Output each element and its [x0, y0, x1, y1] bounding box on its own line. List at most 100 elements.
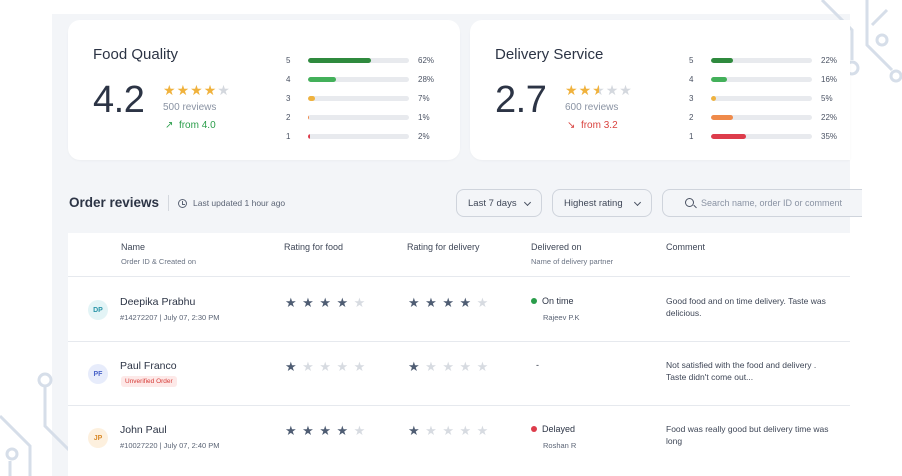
- clock-icon: [178, 198, 187, 208]
- header-sublabel: Name of delivery partner: [531, 257, 614, 266]
- distribution-percent: 28%: [418, 75, 435, 84]
- avatar-initials: DP: [93, 306, 103, 314]
- star-icon: ★: [319, 423, 337, 438]
- customer-name[interactable]: Deepika Prabhu: [120, 296, 195, 308]
- customer-name[interactable]: John Paul: [120, 424, 167, 436]
- star-icon: ★: [442, 359, 460, 374]
- average-score: 2.7: [495, 79, 547, 121]
- distribution-bar-fill: [308, 115, 309, 120]
- review-comment: Good food and on time delivery. Taste wa…: [666, 296, 826, 318]
- distribution-row: 3 5%: [689, 89, 851, 108]
- avatar-initials: JP: [93, 434, 103, 442]
- rating-distribution: 5 22% 4 16% 3 5% 2 22% 1 35%: [689, 51, 851, 146]
- star-icon: ★: [619, 82, 633, 98]
- star-level: 1: [689, 132, 694, 141]
- star-icon: ★: [285, 359, 303, 374]
- table-row[interactable]: DP Deepika Prabhu #14272207 | July 07, 2…: [68, 278, 850, 342]
- column-header-food-rating[interactable]: Rating for food: [284, 242, 343, 252]
- star-icon: ★: [442, 423, 460, 438]
- reviews-table: Name Order ID & Created on Rating for fo…: [68, 233, 850, 476]
- distribution-row: 5 22%: [689, 51, 851, 70]
- distribution-row: 5 62%: [286, 51, 448, 70]
- star-icon: ★: [319, 295, 337, 310]
- column-header-name[interactable]: Name Order ID & Created on: [121, 242, 196, 266]
- table-header: Name Order ID & Created on Rating for fo…: [68, 233, 850, 277]
- average-score: 4.2: [93, 79, 145, 121]
- star-icon: ★: [459, 295, 477, 310]
- distribution-bar: [711, 96, 812, 101]
- review-count: 600 reviews: [565, 102, 619, 113]
- table-row[interactable]: PF Paul Franco Unverified Order ★★★★★ ★★…: [68, 342, 850, 406]
- star-level: 4: [689, 75, 694, 84]
- search-input[interactable]: [701, 195, 851, 211]
- star-icon: ★: [302, 295, 320, 310]
- distribution-bar: [711, 77, 812, 82]
- status-dot: [531, 426, 537, 432]
- distribution-row: 2 22%: [689, 108, 851, 127]
- distribution-percent: 22%: [821, 113, 838, 122]
- distribution-row: 1 2%: [286, 127, 448, 146]
- star-icon: ★: [302, 359, 320, 374]
- star-level: 2: [286, 113, 291, 122]
- distribution-bar-fill: [308, 96, 316, 101]
- avatar: PF: [88, 364, 108, 384]
- distribution-row: 4 16%: [689, 70, 851, 89]
- section-title: Order reviews: [69, 195, 160, 210]
- distribution-percent: 1%: [418, 113, 430, 122]
- star-icon: ★: [459, 359, 477, 374]
- star-icon: ★: [565, 82, 579, 98]
- delivery-partner: Rajeev P.K: [543, 313, 580, 322]
- avatar: DP: [88, 300, 108, 320]
- star-icon: ★: [578, 82, 593, 98]
- header-label: Rating for food: [284, 242, 344, 252]
- column-header-comment[interactable]: Comment: [666, 242, 705, 252]
- distribution-bar: [308, 77, 409, 82]
- column-header-delivered[interactable]: Delivered on Name of delivery partner: [531, 242, 613, 266]
- distribution-percent: 7%: [418, 94, 430, 103]
- distribution-percent: 22%: [821, 56, 838, 65]
- order-meta: #14272207 | July 07, 2:30 PM: [120, 313, 220, 322]
- sort-value: Highest rating: [564, 197, 623, 209]
- trend-indicator: ↘ from 3.2: [567, 120, 618, 131]
- unverified-badge: Unverified Order: [121, 376, 177, 387]
- food-quality-card: Food Quality 4.2 ★★★★★ 500 reviews ↗ fro…: [68, 20, 460, 160]
- date-range-select[interactable]: Last 7 days: [456, 189, 542, 217]
- search-box[interactable]: [662, 189, 862, 217]
- distribution-bar-fill: [711, 115, 734, 120]
- food-rating-stars: ★★★★★: [285, 359, 371, 375]
- last-updated-text: Last updated 1 hour ago: [193, 198, 286, 208]
- distribution-row: 3 7%: [286, 89, 448, 108]
- delivery-status: Delayed: [531, 424, 575, 434]
- star-icon: ★: [425, 359, 443, 374]
- distribution-bar: [308, 96, 409, 101]
- star-icon: ★: [336, 295, 354, 310]
- star-level: 3: [689, 94, 694, 103]
- star-icon: ★: [176, 82, 191, 98]
- distribution-bar-fill: [308, 134, 311, 139]
- distribution-bar: [711, 115, 812, 120]
- distribution-percent: 62%: [418, 56, 435, 65]
- review-comment: Not satisfied with the food and delivery…: [666, 360, 817, 382]
- star-icon: ★: [605, 82, 620, 98]
- food-rating-stars: ★★★★★: [285, 295, 371, 311]
- divider: [168, 195, 169, 211]
- star-icon: ★: [592, 82, 606, 98]
- search-icon: [685, 198, 694, 207]
- star-icon: ★: [353, 295, 371, 310]
- star-icon: ★: [163, 82, 177, 98]
- table-row[interactable]: JP John Paul #10027220 | July 07, 2:40 P…: [68, 406, 850, 470]
- distribution-bar: [308, 115, 409, 120]
- star-icon: ★: [408, 423, 426, 438]
- star-icon: ★: [476, 295, 494, 310]
- status-dot: [531, 298, 537, 304]
- customer-name[interactable]: Paul Franco: [120, 360, 177, 372]
- star-level: 1: [286, 132, 291, 141]
- column-header-delivery-rating[interactable]: Rating for delivery: [407, 242, 480, 252]
- distribution-bar-fill: [308, 58, 371, 63]
- food-rating-stars: ★★★★★: [285, 423, 371, 439]
- sort-select[interactable]: Highest rating: [552, 189, 652, 217]
- distribution-percent: 2%: [418, 132, 430, 141]
- star-icon: ★: [408, 295, 426, 310]
- order-meta: #10027220 | July 07, 2:40 PM: [120, 441, 220, 450]
- star-icon: ★: [476, 359, 494, 374]
